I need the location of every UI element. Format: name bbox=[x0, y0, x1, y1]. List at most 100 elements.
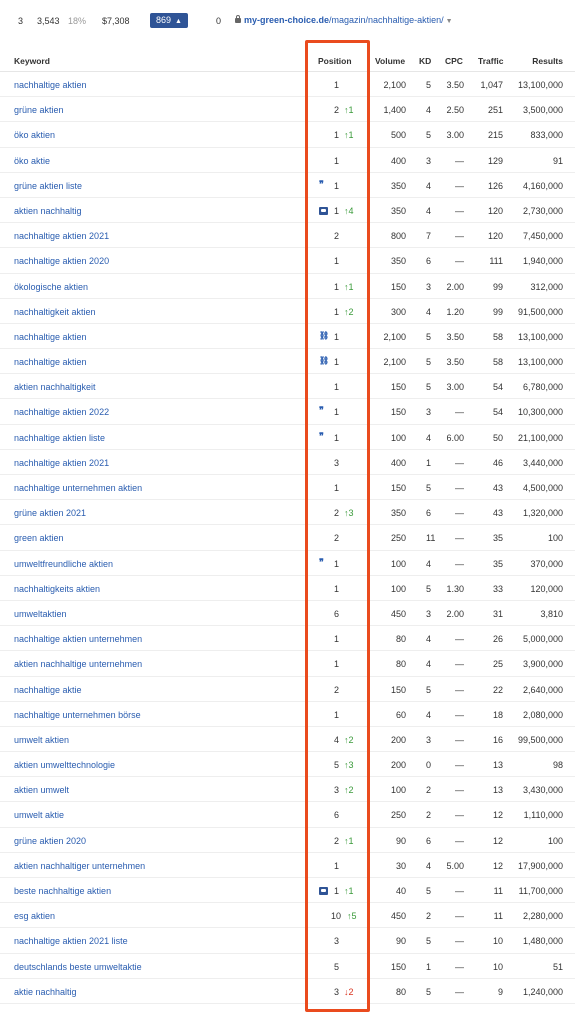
traffic-value: 126 bbox=[487, 180, 503, 191]
kd-value: 11 bbox=[426, 533, 436, 544]
keyword-link[interactable]: aktien nachhaltigkeit bbox=[14, 382, 96, 392]
keyword-link[interactable]: umweltaktien bbox=[14, 609, 67, 619]
cpc-value: — bbox=[455, 911, 464, 922]
position-value: 2 bbox=[334, 508, 340, 519]
header-results[interactable]: Results bbox=[532, 56, 563, 66]
results-value: 833,000 bbox=[530, 130, 563, 141]
table-row: aktien umwelttechnologie 5 ↑3 200 0 — 13 98 bbox=[0, 752, 575, 778]
lock-icon bbox=[235, 15, 241, 23]
kd-value: 4 bbox=[426, 105, 432, 116]
volume-value: 150 bbox=[390, 407, 406, 418]
keyword-link[interactable]: nachhaltige aktien liste bbox=[14, 433, 105, 443]
table-row: nachhaltige aktie 2 150 5 — 22 2,640,000 bbox=[0, 677, 575, 702]
header-cpc[interactable]: CPC bbox=[445, 56, 463, 66]
keyword-link[interactable]: nachhaltige aktien bbox=[14, 80, 87, 90]
keyword-link[interactable]: nachhaltige unternehmen aktien bbox=[14, 483, 142, 493]
summary-price: $7,308 bbox=[102, 16, 130, 26]
keyword-link[interactable]: aktien nachhaltig bbox=[14, 206, 82, 216]
keywords-count-badge[interactable]: 869 ▲ bbox=[150, 13, 188, 28]
volume-value: 150 bbox=[390, 281, 406, 292]
kd-value: 5 bbox=[426, 382, 432, 393]
keyword-link[interactable]: nachhaltige aktien 2020 bbox=[14, 256, 109, 266]
traffic-value: 25 bbox=[492, 659, 503, 670]
results-value: 4,160,000 bbox=[522, 180, 563, 191]
kd-value: 5 bbox=[426, 357, 432, 368]
volume-value: 400 bbox=[390, 457, 406, 468]
cpc-value: — bbox=[455, 936, 464, 947]
page-url-link[interactable]: my-green-choice.de/magazin/nachhaltige-a… bbox=[235, 15, 453, 25]
keywords-count-value: 869 bbox=[156, 15, 172, 25]
results-value: 4,500,000 bbox=[522, 483, 563, 493]
cpc-value: — bbox=[455, 256, 464, 267]
keyword-link[interactable]: umweltfreundliche aktien bbox=[14, 559, 113, 569]
header-keyword[interactable]: Keyword bbox=[14, 56, 50, 66]
header-volume[interactable]: Volume bbox=[375, 56, 405, 66]
keyword-link[interactable]: nachhaltige aktien unternehmen bbox=[14, 634, 142, 644]
keyword-link[interactable]: öko aktien bbox=[14, 130, 55, 140]
header-kd[interactable]: KD bbox=[419, 56, 431, 66]
results-value: 312,000 bbox=[530, 281, 563, 292]
keyword-link[interactable]: grüne aktien bbox=[14, 105, 64, 115]
volume-value: 100 bbox=[390, 558, 406, 569]
traffic-value: 251 bbox=[487, 105, 503, 116]
collapse-arrow-icon: ▲ bbox=[175, 18, 182, 25]
keyword-link[interactable]: aktien nachhaltige unternehmen bbox=[14, 659, 142, 669]
volume-value: 350 bbox=[390, 205, 406, 216]
position-value: 5 bbox=[334, 760, 340, 771]
image-icon bbox=[319, 887, 328, 895]
keyword-link[interactable]: aktie nachhaltig bbox=[14, 987, 77, 997]
volume-value: 30 bbox=[395, 860, 406, 871]
volume-value: 200 bbox=[390, 760, 406, 771]
table-row: nachhaltige aktien 2021 liste 3 90 5 — 10 1,48… bbox=[0, 928, 575, 954]
cpc-value: 2.50 bbox=[446, 105, 464, 116]
keyword-link[interactable]: nachhaltige aktien 2021 bbox=[14, 231, 109, 241]
traffic-value: 120 bbox=[487, 205, 503, 216]
kd-value: 3 bbox=[426, 608, 432, 619]
traffic-value: 99 bbox=[492, 281, 503, 292]
keyword-link[interactable]: beste nachhaltige aktien bbox=[14, 886, 111, 896]
cpc-value: 3.50 bbox=[446, 357, 464, 368]
keyword-link[interactable]: grüne aktien 2021 bbox=[14, 508, 86, 518]
cpc-value: — bbox=[455, 810, 464, 821]
keyword-link[interactable]: umwelt aktien bbox=[14, 735, 69, 745]
kd-value: 5 bbox=[426, 583, 432, 594]
keyword-link[interactable]: nachhaltigkeits aktien bbox=[14, 584, 100, 594]
keyword-link[interactable]: grüne aktien liste bbox=[14, 181, 82, 191]
keyword-link[interactable]: öko aktie bbox=[14, 156, 50, 166]
keyword-link[interactable]: aktien umwelt bbox=[14, 785, 69, 795]
position-value: 1 bbox=[334, 180, 340, 191]
position-value: 1 bbox=[334, 483, 340, 493]
keyword-link[interactable]: umwelt aktie bbox=[14, 810, 64, 820]
keyword-link[interactable]: nachhaltige aktien bbox=[14, 357, 87, 367]
kd-value: 4 bbox=[426, 659, 432, 670]
keyword-link[interactable]: grüne aktien 2020 bbox=[14, 836, 86, 846]
keyword-link[interactable]: nachhaltige aktien 2021 bbox=[14, 458, 109, 468]
keyword-link[interactable]: esg aktien bbox=[14, 911, 55, 921]
keyword-link[interactable]: nachhaltige aktien 2022 bbox=[14, 407, 109, 417]
results-value: 1,240,000 bbox=[522, 986, 563, 997]
kd-value: 4 bbox=[426, 634, 432, 645]
position-change: ↑3 bbox=[344, 760, 354, 771]
keyword-link[interactable]: aktien nachhaltiger unternehmen bbox=[14, 861, 145, 871]
traffic-value: 54 bbox=[492, 382, 503, 393]
cpc-value: — bbox=[455, 986, 464, 997]
table-row: aktien nachhaltige unternehmen 1 80 4 — 25 3,9… bbox=[0, 651, 575, 677]
keyword-link[interactable]: ökologische aktien bbox=[14, 282, 88, 292]
header-position[interactable]: Position bbox=[318, 56, 352, 66]
position-value: 1 bbox=[334, 407, 340, 418]
keyword-link[interactable]: nachhaltige aktien 2021 liste bbox=[14, 936, 128, 946]
keyword-link[interactable]: green aktien bbox=[14, 533, 64, 543]
keyword-link[interactable]: nachhaltigkeit aktien bbox=[14, 307, 96, 317]
traffic-value: 10 bbox=[492, 961, 503, 972]
keyword-link[interactable]: nachhaltige aktie bbox=[14, 685, 82, 695]
keyword-link[interactable]: nachhaltige aktien bbox=[14, 332, 87, 342]
volume-value: 800 bbox=[390, 231, 406, 242]
url-dropdown-icon[interactable]: ▼ bbox=[446, 18, 453, 25]
results-value: 91 bbox=[552, 155, 563, 166]
keyword-link[interactable]: deutschlands beste umweltaktie bbox=[14, 962, 142, 972]
keyword-link[interactable]: aktien umwelttechnologie bbox=[14, 760, 115, 770]
header-traffic[interactable]: Traffic bbox=[478, 56, 504, 66]
keyword-link[interactable]: nachhaltige unternehmen börse bbox=[14, 710, 141, 720]
table-row: nachhaltigkeit aktien 1 ↑2 300 4 1.20 99 91,500… bbox=[0, 299, 575, 324]
cpc-value: 2.00 bbox=[446, 281, 464, 292]
